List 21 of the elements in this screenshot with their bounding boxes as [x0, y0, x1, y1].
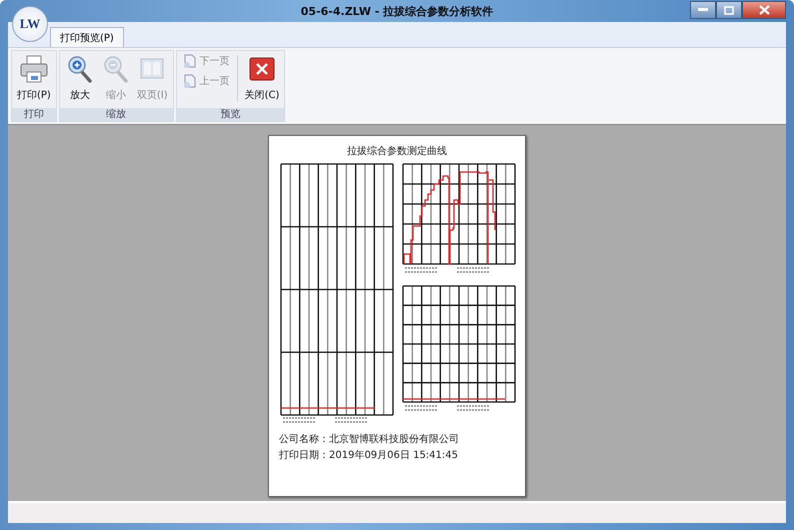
print-date: 打印日期：2019年09月06日 15:41:45 [279, 448, 458, 462]
window-title: 05-6-4.ZLW - 拉拔综合参数分析软件 [300, 4, 494, 18]
app-logo[interactable]: LW [12, 6, 48, 42]
minimize-button[interactable] [690, 1, 716, 19]
printer-icon [18, 54, 49, 84]
group-label: 缩放 [60, 108, 173, 121]
company-name: 公司名称：北京智博联科技股份有限公司 [279, 432, 459, 446]
group-label: 打印 [12, 108, 56, 121]
minimize-icon [698, 8, 708, 12]
page-title: 拉拔综合参数测定曲线 [347, 144, 447, 158]
ribbon-button[interactable]: 关闭(C) [242, 51, 282, 108]
group-label: 预览 [176, 108, 284, 121]
maximize-button[interactable] [716, 1, 742, 19]
maximize-icon [724, 6, 734, 14]
page-icon [182, 53, 198, 69]
ribbon-button[interactable]: 打印(P) [15, 51, 53, 108]
page-icon [182, 73, 198, 89]
ribbon-tab[interactable]: 打印预览(P) [50, 27, 124, 47]
close-button[interactable] [742, 1, 786, 19]
close-icon [758, 5, 770, 15]
ribbon-button[interactable]: 放大 [62, 51, 97, 108]
